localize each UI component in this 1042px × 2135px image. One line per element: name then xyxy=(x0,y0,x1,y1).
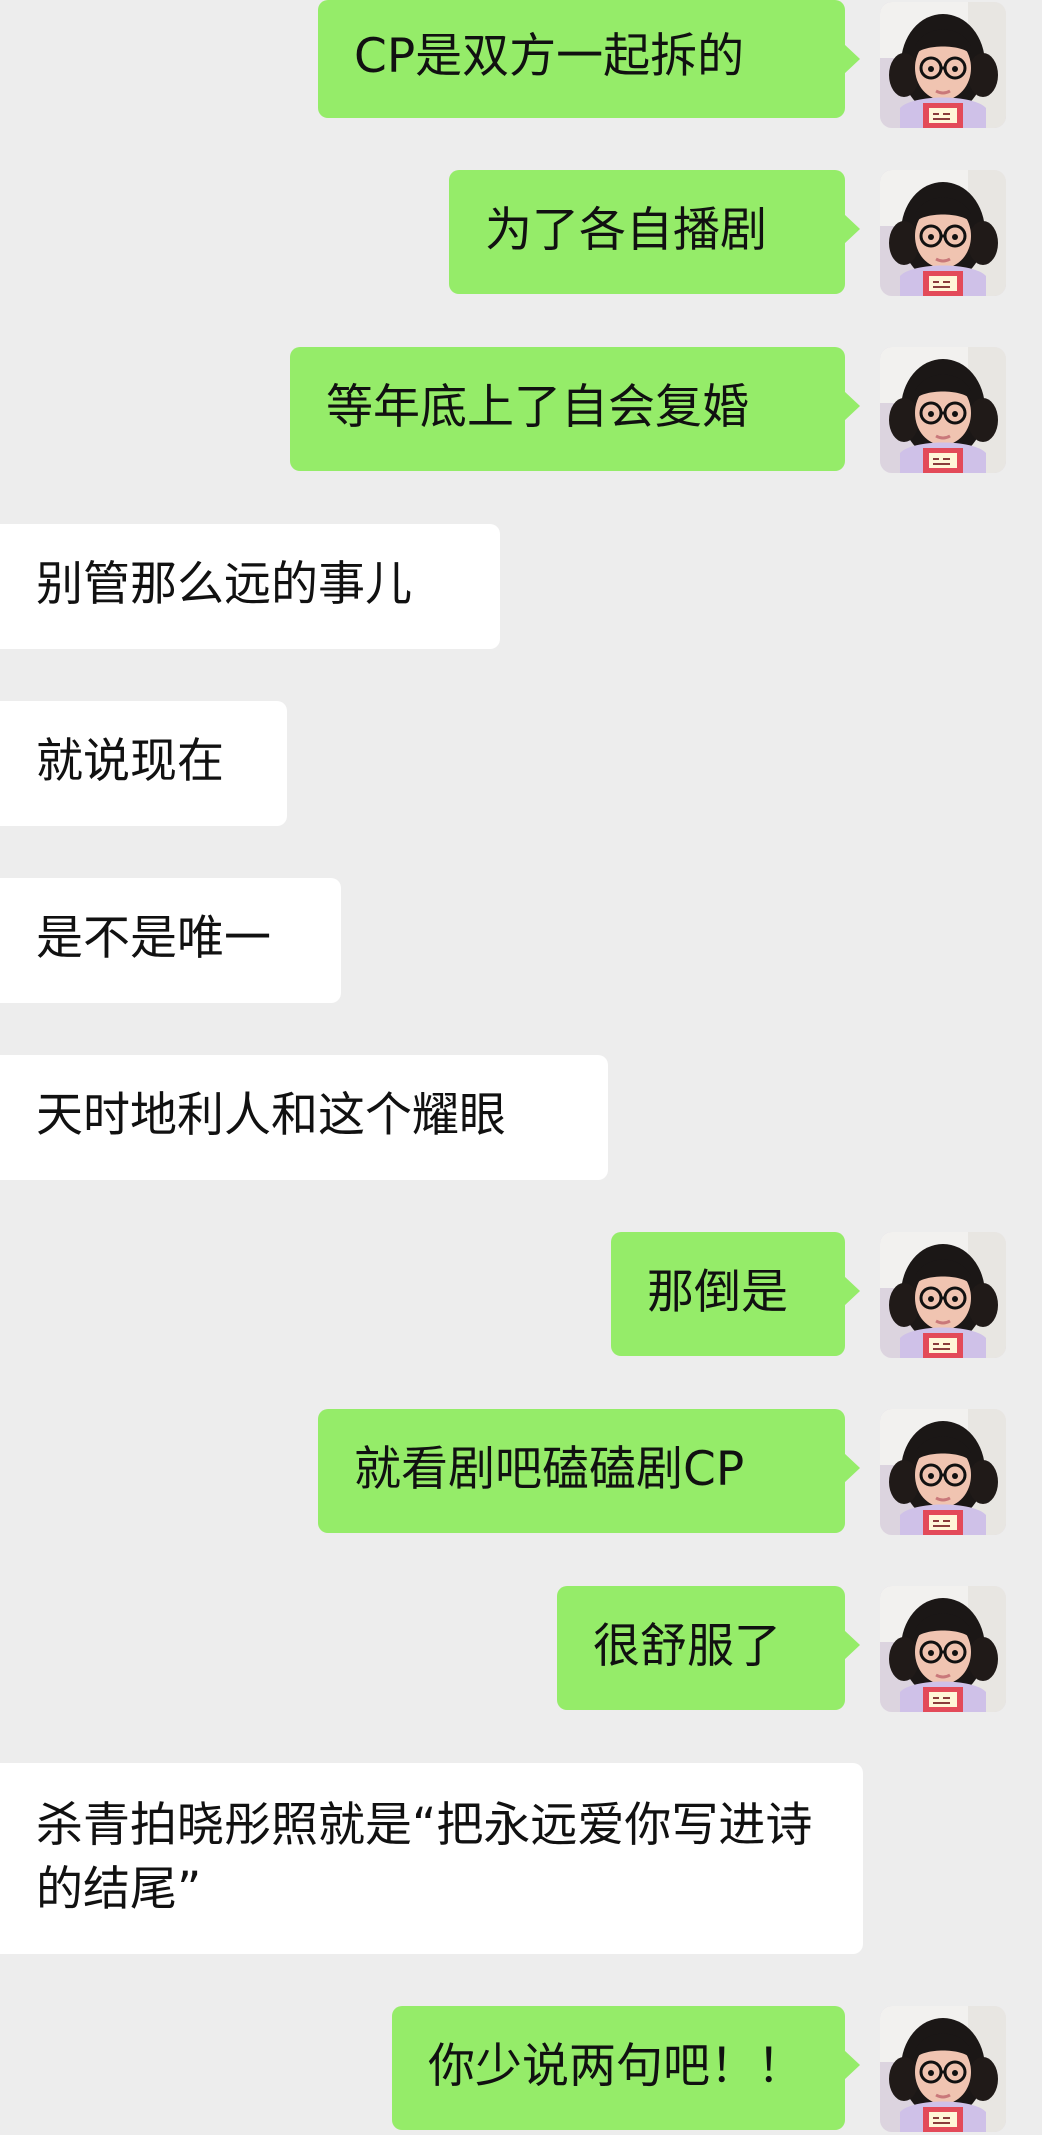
avatar[interactable] xyxy=(880,347,1006,473)
message-text: 很舒服了 xyxy=(593,1619,781,1674)
avatar[interactable] xyxy=(880,1232,1006,1358)
avatar[interactable] xyxy=(880,1409,1006,1535)
message-bubble-received[interactable]: 杀青拍晓彤照就是“把永远爱你写进诗的结尾” xyxy=(0,1763,863,1954)
child-avatar-icon xyxy=(880,2006,1006,2132)
avatar[interactable] xyxy=(880,2,1006,128)
message-text: 那倒是 xyxy=(647,1265,788,1320)
message-text: 为了各自播剧 xyxy=(485,203,767,258)
message-bubble-sent[interactable]: 为了各自播剧 xyxy=(449,170,860,294)
child-avatar-icon xyxy=(880,1409,1006,1535)
avatar[interactable] xyxy=(880,170,1006,296)
message-text: 等年底上了自会复婚 xyxy=(326,380,749,435)
message-bubble-sent[interactable]: 就看剧吧磕磕剧CP xyxy=(318,1409,860,1533)
message-text: 是不是唯一 xyxy=(36,911,271,966)
message-bubble-received[interactable]: 是不是唯一 xyxy=(0,878,341,1003)
avatar[interactable] xyxy=(880,2006,1006,2132)
message-bubble-sent[interactable]: 你少说两句吧！！ xyxy=(392,2006,860,2130)
child-avatar-icon xyxy=(880,170,1006,296)
message-text: 杀青拍晓彤照就是“把永远爱你写进诗的结尾” xyxy=(36,1798,813,1917)
message-bubble-received[interactable]: 别管那么远的事儿 xyxy=(0,524,500,649)
child-avatar-icon xyxy=(880,347,1006,473)
message-bubble-received[interactable]: 天时地利人和这个耀眼 xyxy=(0,1055,608,1180)
message-text: 就说现在 xyxy=(36,734,224,789)
message-bubble-sent[interactable]: CP是双方一起拆的 xyxy=(318,0,860,118)
message-bubble-sent[interactable]: 那倒是 xyxy=(611,1232,860,1356)
message-bubble-sent[interactable]: 等年底上了自会复婚 xyxy=(290,347,860,471)
message-text: CP是双方一起拆的 xyxy=(354,29,745,84)
message-text: 别管那么远的事儿 xyxy=(36,557,412,612)
chat-message-list[interactable]: CP是双方一起拆的 为了各自播剧 等年底上了自会复婚 别管那么远的事儿 就说现在… xyxy=(0,0,1042,2135)
message-text: 就看剧吧磕磕剧CP xyxy=(354,1442,745,1497)
child-avatar-icon xyxy=(880,1232,1006,1358)
message-bubble-sent[interactable]: 很舒服了 xyxy=(557,1586,860,1710)
message-text: 你少说两句吧！！ xyxy=(428,2039,804,2094)
avatar[interactable] xyxy=(880,1586,1006,1712)
child-avatar-icon xyxy=(880,2,1006,128)
child-avatar-icon xyxy=(880,1586,1006,1712)
message-bubble-received[interactable]: 就说现在 xyxy=(0,701,287,826)
message-text: 天时地利人和这个耀眼 xyxy=(36,1088,506,1143)
